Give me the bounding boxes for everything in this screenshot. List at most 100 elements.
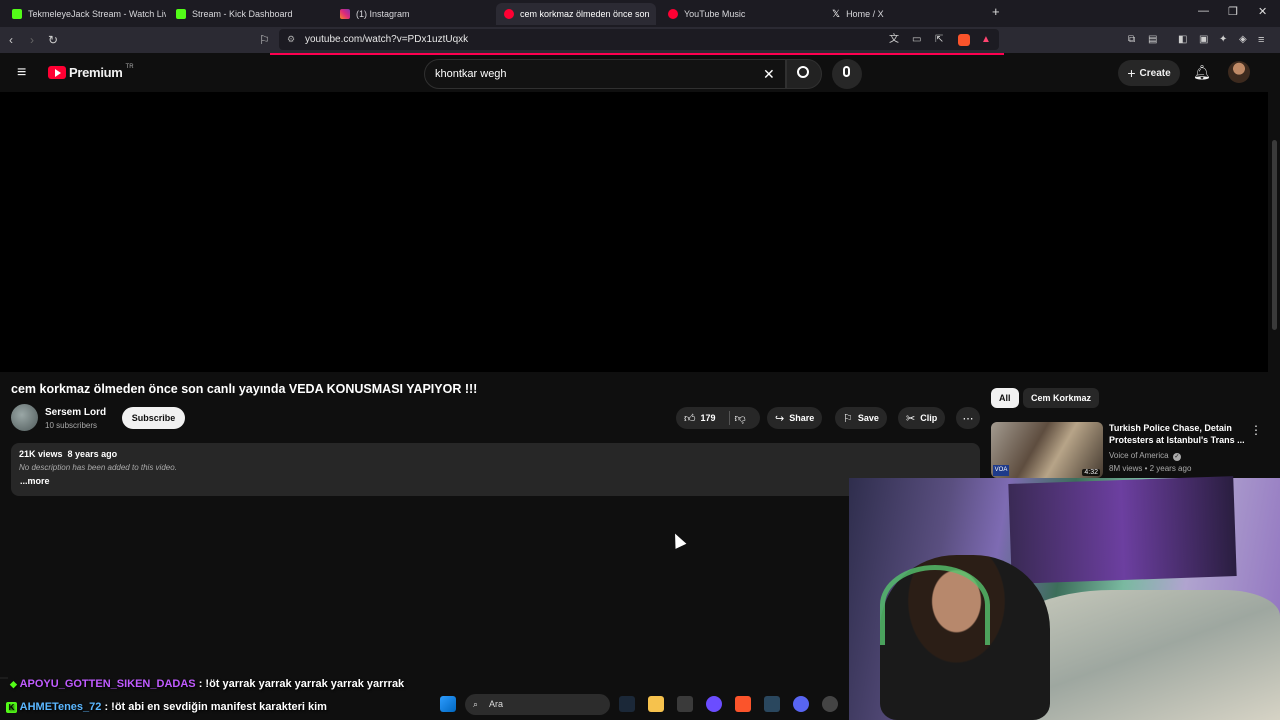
save-label: Save: [857, 413, 879, 423]
tab-x-home[interactable]: 𝕏 Home / X: [824, 3, 984, 25]
minimize-icon[interactable]: —: [1198, 5, 1209, 17]
file-explorer-icon[interactable]: [648, 696, 664, 712]
like-count[interactable]: 179: [701, 413, 716, 423]
maximize-icon[interactable]: ❐: [1228, 5, 1238, 18]
save-button[interactable]: ⚐ Save: [835, 407, 887, 429]
notifications-bell-icon[interactable]: 🔔︎: [1193, 64, 1211, 81]
search-icon: [797, 66, 809, 78]
recommendation-title[interactable]: Turkish Police Chase, Detain Protesters …: [1109, 422, 1249, 446]
voice-search-button[interactable]: [832, 59, 862, 89]
forward-icon[interactable]: ›: [30, 33, 34, 47]
recommendation-thumbnail[interactable]: VOA 4:32: [991, 422, 1103, 478]
store-icon[interactable]: [677, 696, 693, 712]
taskbar-search[interactable]: ⌕ Ara: [465, 694, 610, 715]
brave-rewards-icon[interactable]: ▲: [981, 33, 991, 47]
share-button[interactable]: ↪ Share: [767, 407, 823, 429]
x-icon: 𝕏: [832, 8, 841, 20]
create-button[interactable]: + Create: [1118, 60, 1180, 86]
kick-icon: [176, 9, 186, 19]
clip-button[interactable]: ✂ Clip: [898, 407, 946, 429]
more-actions-button[interactable]: ⋯: [956, 407, 980, 429]
instagram-icon: [340, 9, 350, 19]
mic-icon: [843, 66, 850, 77]
voa-logo: VOA: [993, 465, 1009, 476]
windows-start-icon[interactable]: [440, 696, 456, 712]
browser-tab-strip: TekmeleyeJack Stream - Watch Live o Stre…: [0, 0, 1280, 27]
cast-icon[interactable]: ▭: [912, 33, 921, 47]
recommendation-channel[interactable]: Voice of America ✓: [1109, 451, 1181, 461]
share-page-icon[interactable]: ⇱: [935, 33, 943, 47]
back-icon[interactable]: ‹: [9, 33, 13, 47]
subscriber-count: 10 subscribers: [45, 421, 98, 430]
chat-text: : !öt yarrak yarrak yarrak yarrak yarrra…: [198, 678, 405, 690]
clip-label: Clip: [920, 413, 938, 423]
url-text: youtube.com/watch?v=PDx1uztUqxk: [305, 34, 469, 45]
brave-browser-icon[interactable]: [735, 696, 751, 712]
upload-age: 8 years ago: [67, 449, 118, 459]
translate-icon[interactable]: 文: [889, 33, 899, 47]
chat-username: APOYU_GOTTEN_SIKEN_DADAS: [19, 678, 196, 690]
menu-icon[interactable]: ≡: [1258, 33, 1264, 47]
close-window-icon[interactable]: ✕: [1258, 5, 1267, 18]
steam-icon[interactable]: [619, 696, 635, 712]
youtube-header: ≡ Premium TR khontkar wegh ✕ + Create 🔔︎: [0, 55, 1280, 92]
channel-name[interactable]: Sersem Lord: [45, 407, 106, 418]
share-icon: ↪: [775, 412, 785, 425]
tab-manager-icon[interactable]: ▤: [1148, 33, 1157, 47]
scissors-icon: ✂: [906, 412, 916, 425]
show-more-link[interactable]: ...more: [20, 476, 972, 486]
chat-text: : !öt abi en sevdiğin manifest karakteri…: [104, 701, 327, 713]
hamburger-menu-icon[interactable]: ≡: [17, 64, 26, 82]
sidebar-icon[interactable]: ◧: [1178, 33, 1187, 47]
search-value: khontkar wegh: [435, 68, 507, 80]
taskbar-search-label: Ara: [489, 699, 504, 709]
site-info-icon[interactable]: ⚙: [287, 29, 295, 50]
video-duration: 4:32: [1082, 469, 1100, 476]
search-icon: ⌕: [473, 699, 479, 709]
app-alt-icon[interactable]: [822, 696, 838, 712]
extensions-icon[interactable]: ⧉: [1128, 33, 1135, 47]
mouse-cursor: [669, 531, 687, 549]
steam-alt-icon[interactable]: [764, 696, 780, 712]
chat-username: AHMETenes_72: [19, 701, 102, 713]
search-input[interactable]: khontkar wegh ✕: [424, 59, 786, 89]
tab-kick-stream[interactable]: TekmeleyeJack Stream - Watch Live o: [4, 3, 166, 25]
description-box[interactable]: 21K views 8 years ago No description has…: [11, 443, 980, 496]
brand-label: Premium: [69, 65, 123, 80]
discord-icon[interactable]: [793, 696, 809, 712]
thumbs-up-icon[interactable]: 👍︎: [684, 412, 696, 425]
scrollbar-thumb[interactable]: [1272, 140, 1277, 330]
clear-search-icon[interactable]: ✕: [763, 60, 775, 88]
wallet-icon[interactable]: ▣: [1199, 33, 1208, 47]
search-button[interactable]: [786, 59, 822, 89]
chip-cem-korkmaz[interactable]: Cem Korkmaz: [1023, 388, 1100, 408]
verified-icon: ✓: [1172, 453, 1181, 461]
video-player[interactable]: [0, 92, 1268, 372]
subscribe-button[interactable]: Subscribe: [122, 407, 185, 429]
plus-icon: +: [1127, 65, 1136, 81]
tab-youtube-music[interactable]: YouTube Music: [660, 3, 820, 25]
thumbs-down-icon[interactable]: 👎︎: [735, 412, 746, 425]
kick-badge-icon: K: [6, 702, 17, 713]
chip-all[interactable]: All: [991, 388, 1019, 408]
bookmark-icon[interactable]: ⚐: [259, 33, 270, 47]
description-text: No description has been added to this vi…: [19, 463, 177, 472]
channel-avatar[interactable]: [11, 404, 38, 431]
tab-instagram[interactable]: (1) Instagram: [332, 3, 492, 25]
reload-icon[interactable]: ↻: [48, 33, 58, 47]
vpn-icon[interactable]: ◈: [1239, 33, 1247, 47]
tab-label: Home / X: [846, 9, 884, 19]
headset-glow: [880, 565, 990, 645]
recommendation-menu-icon[interactable]: ⋮: [1250, 423, 1262, 437]
region-label: TR: [125, 63, 134, 70]
youtube-premium-logo[interactable]: Premium TR: [48, 63, 134, 80]
youtube-logo-icon: [48, 66, 66, 79]
tab-youtube-video[interactable]: cem korkmaz ölmeden önce son ✕: [496, 3, 656, 25]
account-avatar[interactable]: [1228, 61, 1250, 83]
tab-kick-dashboard[interactable]: Stream - Kick Dashboard: [168, 3, 328, 25]
leo-ai-icon[interactable]: ✦: [1219, 33, 1227, 47]
app-icon[interactable]: [706, 696, 722, 712]
brave-shield-icon[interactable]: [958, 34, 970, 46]
new-tab-icon[interactable]: +: [992, 4, 1000, 19]
tab-label: Stream - Kick Dashboard: [192, 9, 293, 19]
